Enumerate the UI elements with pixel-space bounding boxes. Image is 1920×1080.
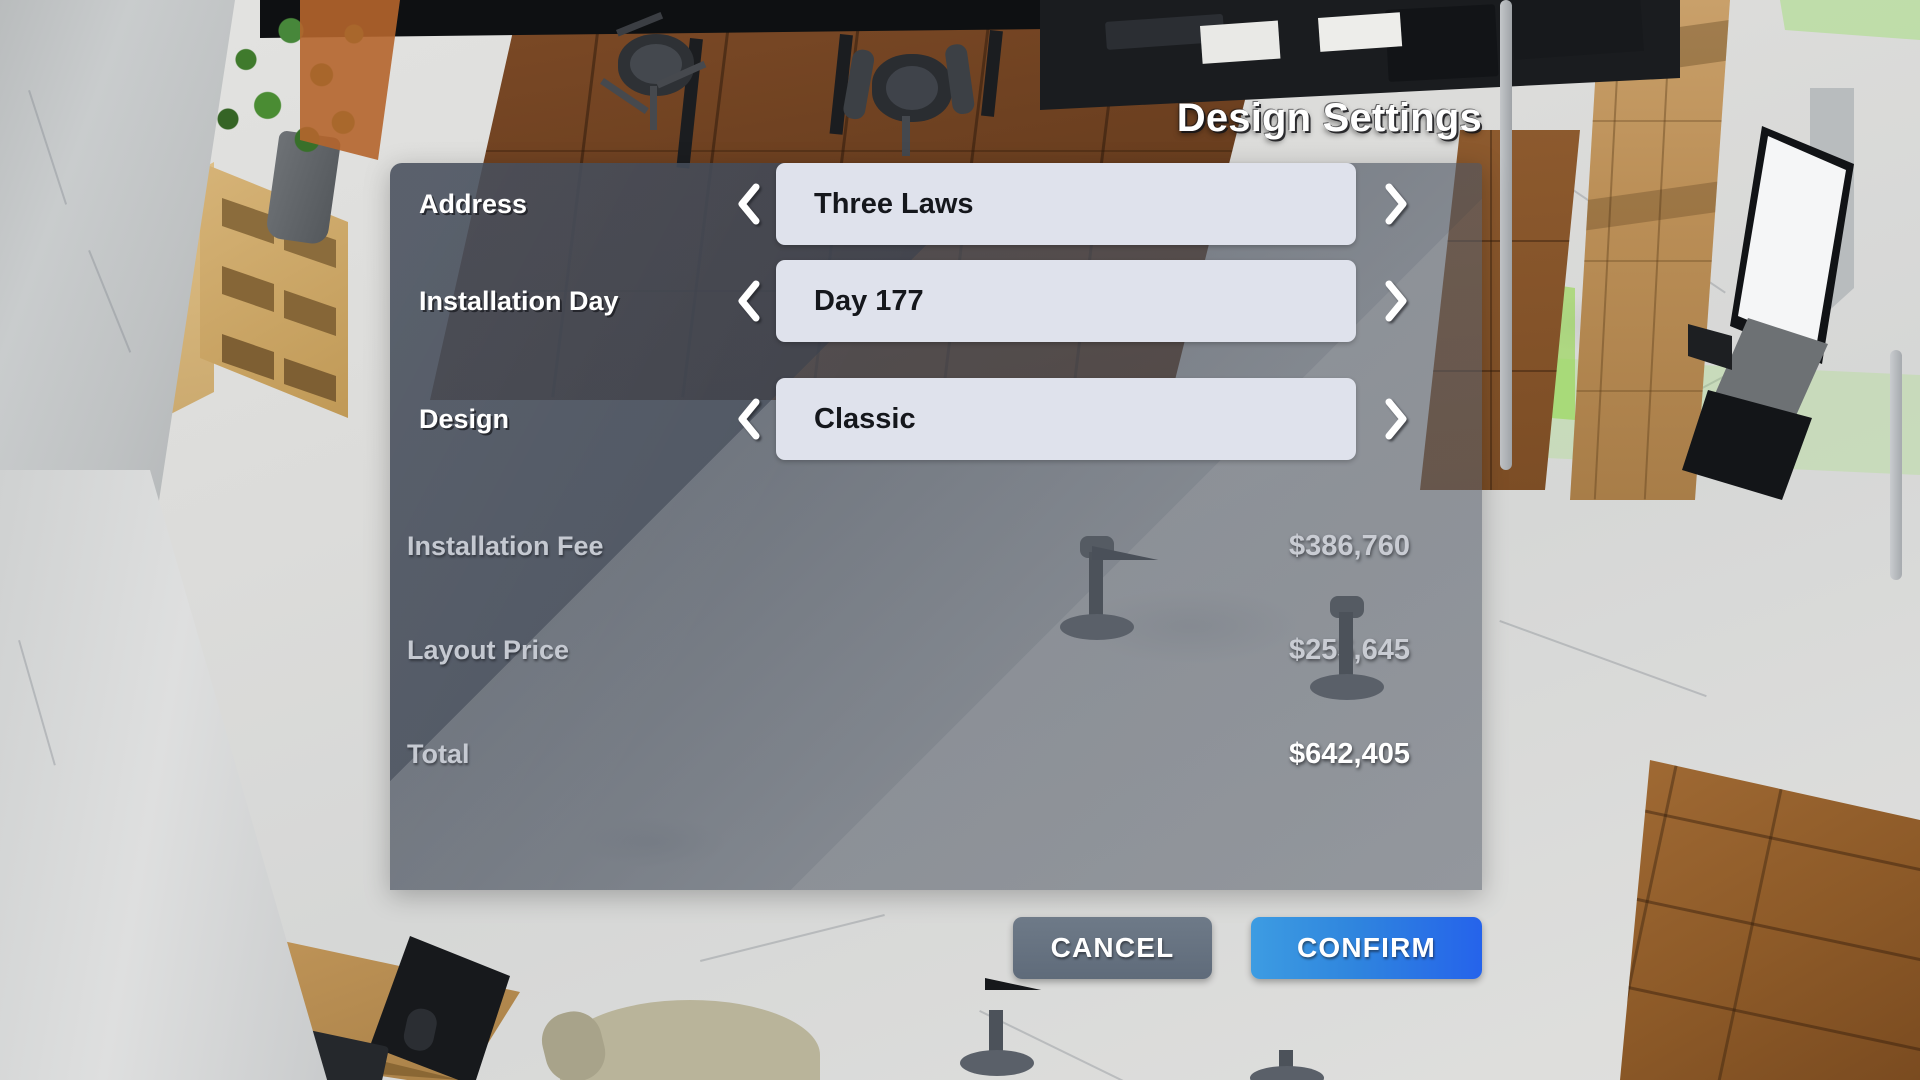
page-title: Design Settings	[1176, 96, 1482, 140]
chevron-right-icon[interactable]	[1368, 260, 1424, 342]
summary-row-installation-fee: Installation Fee $386,760	[390, 523, 1482, 569]
cancel-button[interactable]: CANCEL	[1013, 917, 1212, 979]
chevron-left-icon[interactable]	[720, 260, 776, 342]
setting-value-installation-day[interactable]: Day 177	[776, 260, 1356, 342]
setting-value-text: Three Laws	[814, 187, 974, 220]
chevron-right-icon[interactable]	[1368, 163, 1424, 245]
setting-row-address: Address Three Laws	[390, 163, 1482, 245]
setting-label-installation-day: Installation Day	[419, 285, 619, 316]
presentation-board	[1688, 88, 1920, 438]
chevron-left-icon[interactable]	[720, 163, 776, 245]
summary-value-total: $642,405	[1289, 737, 1410, 770]
summary-label-installation-fee: Installation Fee	[407, 530, 604, 561]
setting-row-design: Design Classic	[390, 378, 1482, 460]
setting-value-text: Day 177	[814, 284, 924, 317]
stanchion-post	[1310, 596, 1384, 700]
paper-sheet	[1318, 12, 1403, 52]
paper-sheet	[1200, 20, 1281, 64]
setting-value-text: Classic	[814, 402, 916, 435]
setting-label-address: Address	[419, 188, 528, 219]
design-settings-dialog: Address Three Laws Installation Day Day …	[390, 163, 1482, 890]
confirm-button[interactable]: CONFIRM	[1251, 917, 1482, 979]
chevron-left-icon[interactable]	[720, 378, 776, 460]
monitor-dark	[1385, 4, 1499, 82]
summary-label-total: Total	[407, 738, 470, 769]
setting-row-installation-day: Installation Day Day 177	[390, 260, 1482, 342]
summary-label-layout-price: Layout Price	[407, 634, 570, 665]
stanchion-post	[960, 1010, 1034, 1076]
monitor-dark	[1510, 0, 1644, 60]
setting-label-design: Design	[419, 403, 510, 434]
stanchion-post	[1250, 1050, 1324, 1080]
chevron-right-icon[interactable]	[1368, 378, 1424, 460]
setting-value-address[interactable]: Three Laws	[776, 163, 1356, 245]
setting-value-design[interactable]: Classic	[776, 378, 1356, 460]
summary-row-total: Total $642,405	[390, 731, 1482, 777]
summary-value-installation-fee: $386,760	[1289, 529, 1410, 562]
support-pole	[1500, 0, 1512, 470]
